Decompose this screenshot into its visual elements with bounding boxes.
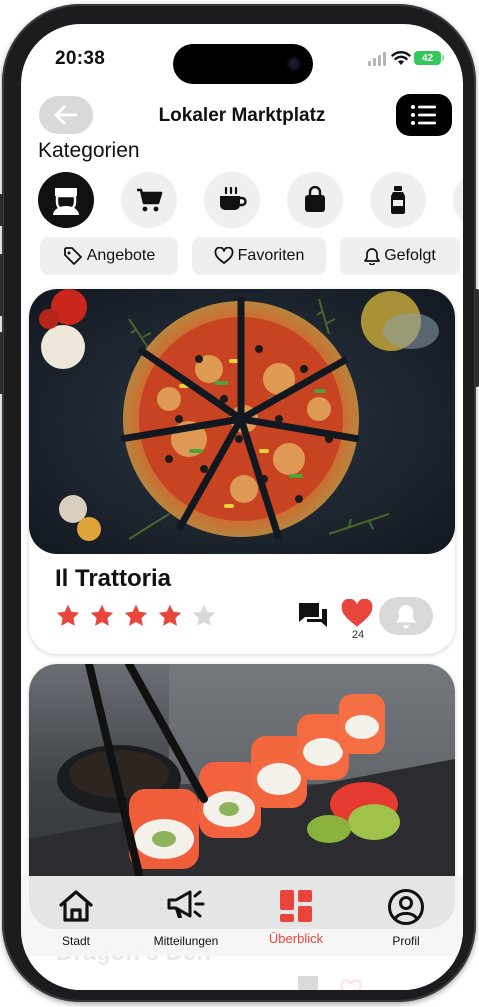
filter-angebote[interactable]: Angebote (40, 237, 178, 275)
category-cafe[interactable] (204, 172, 260, 228)
page-title: Lokaler Marktplatz (158, 105, 326, 126)
signal-icon (368, 52, 386, 66)
heart-filled-icon[interactable] (341, 599, 373, 629)
bell-icon (364, 248, 381, 265)
battery-icon: 42 (414, 51, 444, 65)
filter-gefolgt[interactable]: Gefolgt (340, 237, 460, 275)
heart-outline-icon (214, 247, 234, 264)
bottom-navigation: Stadt Mitteilungen Überblick Profil (21, 876, 463, 956)
tab-stadt[interactable]: Stadt (21, 876, 131, 956)
category-grocery[interactable] (121, 172, 177, 228)
tab-profil[interactable]: Profil (351, 876, 461, 956)
filter-favoriten-label: Favoriten (237, 247, 305, 264)
chat-icon[interactable] (297, 601, 329, 631)
tab-mitteilungen[interactable]: Mitteilungen (131, 876, 241, 956)
star-empty-icon (192, 604, 216, 626)
tab-ueberblick[interactable]: Überblick (241, 876, 351, 956)
dashboard-icon (280, 890, 312, 922)
tab-stadt-label: Stadt (61, 934, 91, 948)
back-button[interactable] (39, 96, 93, 134)
list-icon (411, 105, 436, 125)
like-count: 24 (351, 629, 365, 641)
filter-favoriten[interactable]: Favoriten (192, 237, 326, 275)
status-bar: 20:38 42 (21, 24, 463, 84)
mute-switch (0, 194, 3, 226)
home-icon (59, 890, 93, 922)
filter-angebote-label: Angebote (86, 247, 156, 264)
business-card[interactable]: Il Trattoria 24 (29, 289, 455, 654)
power-button (475, 289, 479, 387)
tab-profil-label: Profil (392, 934, 420, 948)
tab-ueberblick-label: Überblick (268, 931, 324, 946)
battery-level: 42 (421, 52, 434, 64)
camera-icon (287, 57, 301, 71)
coffee-icon (220, 186, 247, 210)
category-drinks[interactable] (370, 172, 426, 228)
star-filled-icon (158, 604, 182, 626)
category-shop[interactable] (287, 172, 343, 228)
tab-mitteilungen-label: Mitteilungen (153, 934, 219, 948)
profile-icon (388, 889, 424, 925)
chef-icon (53, 188, 79, 215)
category-more[interactable] (453, 172, 463, 228)
categories-title: Kategorien (38, 139, 140, 162)
bottle-icon (391, 186, 405, 214)
category-list (38, 172, 463, 228)
star-filled-icon (56, 604, 80, 626)
screen: 20:38 42 Lokaler Marktplatz Kategorien A… (21, 24, 463, 990)
rating-stars (55, 603, 217, 629)
pizza-image (29, 289, 455, 554)
category-chef[interactable] (38, 172, 94, 228)
card-title: Il Trattoria (55, 565, 172, 592)
volume-down-button (0, 332, 3, 394)
wifi-icon (391, 51, 411, 65)
phone-frame: 20:38 42 Lokaler Marktplatz Kategorien A… (0, 4, 479, 1002)
menu-button[interactable] (396, 94, 452, 136)
cart-icon (137, 188, 163, 212)
follow-button[interactable] (379, 597, 433, 635)
star-filled-icon (90, 604, 114, 626)
shopping-bag-icon (305, 186, 325, 212)
tag-icon (63, 247, 82, 265)
star-filled-icon (124, 604, 148, 626)
ghost-card-actions (298, 976, 362, 990)
bell-icon (395, 605, 417, 629)
dynamic-island (173, 44, 313, 84)
megaphone-icon (167, 890, 205, 918)
card-actions: 24 (295, 597, 435, 641)
filter-gefolgt-label: Gefolgt (384, 247, 436, 264)
arrow-left-icon (54, 105, 78, 125)
volume-up-button (0, 254, 3, 316)
status-time: 20:38 (55, 48, 106, 69)
